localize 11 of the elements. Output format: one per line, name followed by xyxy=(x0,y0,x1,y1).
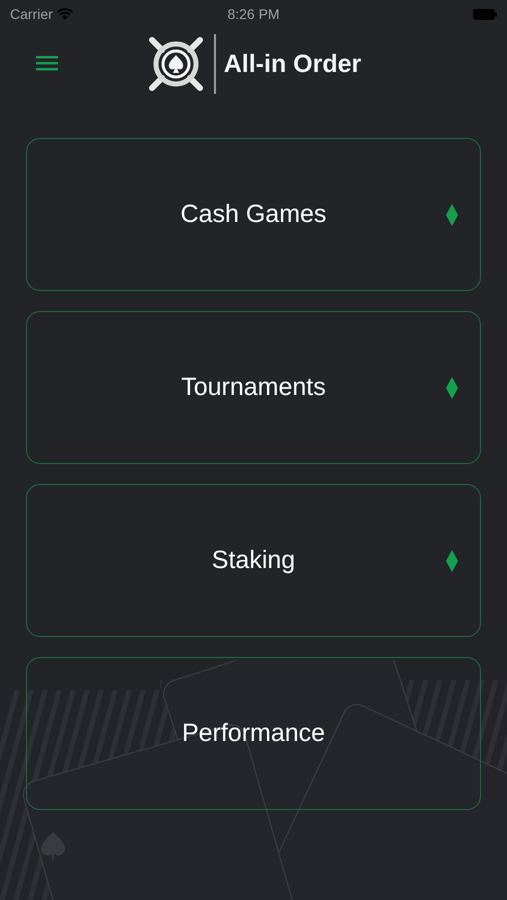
battery-icon xyxy=(473,8,498,20)
menu-card[interactable]: Tournaments xyxy=(26,311,481,464)
wifi-icon xyxy=(56,8,73,20)
menu-button[interactable] xyxy=(36,54,58,72)
menu-card[interactable]: Performance xyxy=(26,657,481,810)
menu-card[interactable]: Staking xyxy=(26,484,481,637)
status-time: 8:26 PM xyxy=(227,6,280,22)
app-title: All-in Order xyxy=(224,50,362,78)
carrier-label: Carrier xyxy=(10,6,53,22)
menu-card[interactable]: Cash Games xyxy=(26,138,481,291)
logo-divider xyxy=(214,34,216,94)
